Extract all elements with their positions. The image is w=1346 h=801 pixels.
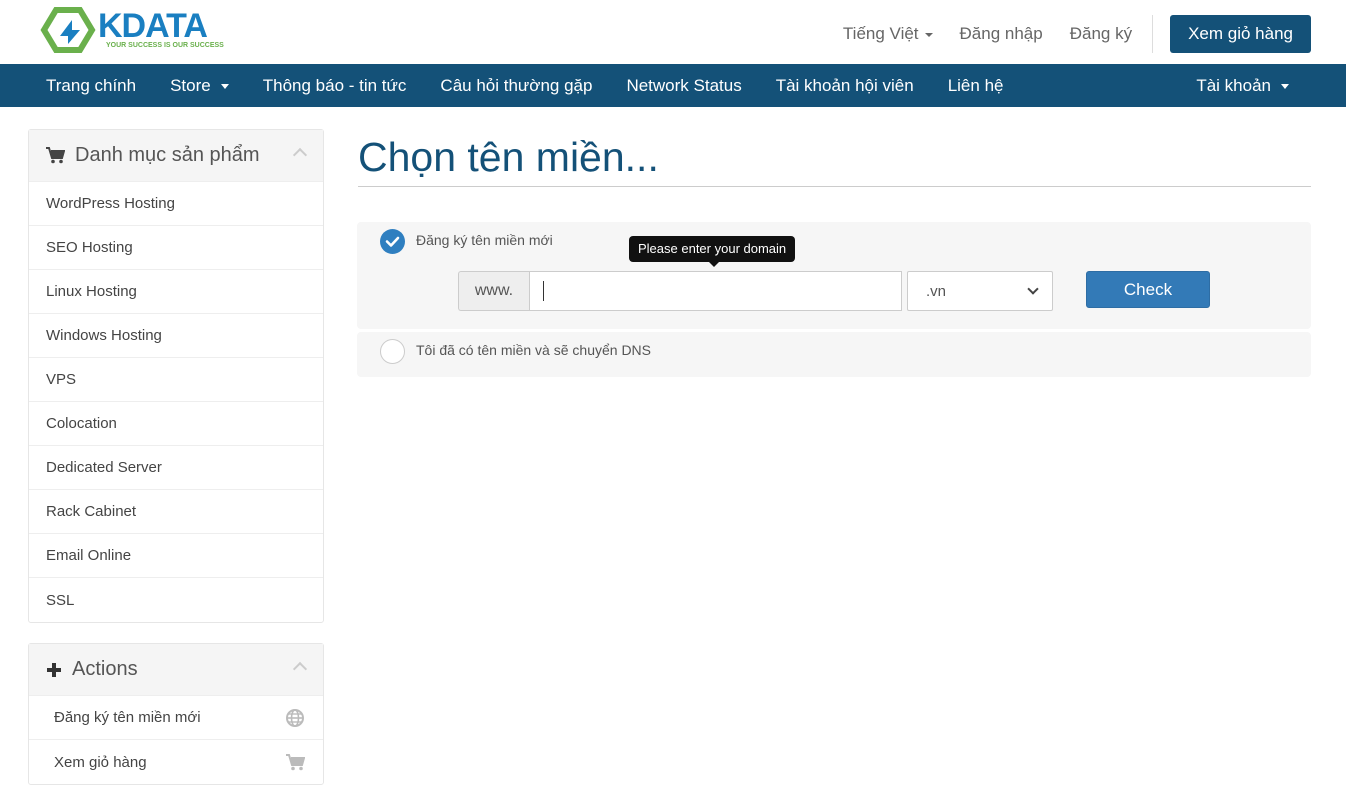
categories-panel: Danh mục sản phẩm WordPress Hosting SEO … [28, 129, 324, 623]
nav-item-contact[interactable]: Liên hệ [931, 76, 1021, 96]
nav-item-label: Trang chính [46, 75, 137, 95]
sidebar-item-wordpress-hosting[interactable]: WordPress Hosting [29, 182, 323, 226]
action-register-domain[interactable]: Đăng ký tên miền mới [29, 696, 323, 740]
main-navbar: Trang chính Store Thông báo - tin tức Câ… [0, 64, 1346, 107]
transfer-domain-option: Tôi đã có tên miền và sẽ chuyển DNS [357, 332, 1311, 377]
action-label: Xem giỏ hàng [54, 753, 147, 771]
language-select[interactable]: Tiếng Việt [843, 24, 933, 44]
sidebar-item-vps[interactable]: VPS [29, 358, 323, 402]
sidebar-item-colocation[interactable]: Colocation [29, 402, 323, 446]
title-divider [358, 186, 1311, 187]
panel-title: Actions [72, 658, 138, 680]
page-title: Chọn tên miền... [358, 134, 659, 180]
check-icon [385, 236, 400, 247]
caret-down-icon [1281, 84, 1289, 89]
logo-text: KDATA [98, 7, 208, 45]
www-prefix: www. [458, 271, 529, 311]
nav-item-network-status[interactable]: Network Status [609, 76, 758, 96]
panel-title: Danh mục sản phẩm [75, 144, 260, 166]
cart-icon [46, 147, 65, 164]
sidebar-item-seo-hosting[interactable]: SEO Hosting [29, 226, 323, 270]
actions-panel: Actions Đăng ký tên miền mới Xem giỏ hàn… [28, 643, 324, 785]
register-link[interactable]: Đăng ký [1070, 24, 1132, 44]
view-cart-button[interactable]: Xem giỏ hàng [1170, 15, 1311, 53]
nav-item-faq[interactable]: Câu hỏi thường gặp [423, 76, 609, 96]
nav-item-news[interactable]: Thông báo - tin tức [246, 76, 424, 96]
kdata-logo[interactable]: KDATA YOUR SUCCESS IS OUR SUCCESS [40, 6, 225, 54]
nav-item-affiliates[interactable]: Tài khoản hội viên [759, 76, 931, 96]
nav-item-label: Tài khoản [1196, 75, 1271, 95]
nav-item-label: Thông báo - tin tức [262, 75, 407, 95]
nav-item-label: Liên hệ [947, 75, 1004, 95]
nav-item-home[interactable]: Trang chính [29, 76, 153, 96]
nav-account: Tài khoản [1179, 64, 1306, 107]
nav-item-label: Network Status [626, 75, 742, 95]
text-cursor [543, 281, 544, 301]
check-button[interactable]: Check [1086, 271, 1210, 308]
nav-items: Trang chính Store Thông báo - tin tức Câ… [29, 64, 1020, 107]
transfer-domain-radio[interactable] [380, 339, 405, 364]
categories-panel-header[interactable]: Danh mục sản phẩm [29, 130, 323, 182]
logo-tagline: YOUR SUCCESS IS OUR SUCCESS [106, 42, 224, 49]
sidebar-item-rack-cabinet[interactable]: Rack Cabinet [29, 490, 323, 534]
caret-down-icon [924, 33, 933, 37]
actions-panel-header[interactable]: Actions [29, 644, 323, 696]
register-domain-radio[interactable] [380, 229, 405, 254]
action-label: Đăng ký tên miền mới [54, 709, 201, 726]
cart-icon [286, 754, 305, 771]
divider [1152, 15, 1154, 53]
plus-icon [47, 662, 61, 677]
header: KDATA YOUR SUCCESS IS OUR SUCCESS Tiếng … [0, 0, 1346, 64]
register-domain-label[interactable]: Đăng ký tên miền mới [416, 232, 553, 248]
sidebar-item-dedicated-server[interactable]: Dedicated Server [29, 446, 323, 490]
domain-tooltip: Please enter your domain [629, 236, 796, 267]
nav-item-label: Câu hỏi thường gặp [440, 75, 593, 95]
sidebar-item-linux-hosting[interactable]: Linux Hosting [29, 270, 323, 314]
nav-item-account[interactable]: Tài khoản [1179, 76, 1306, 96]
nav-item-label: Store [170, 75, 211, 95]
sidebar-item-email-online[interactable]: Email Online [29, 534, 323, 578]
language-label: Tiếng Việt [842, 24, 919, 43]
domain-input[interactable] [529, 271, 902, 311]
sidebar-item-windows-hosting[interactable]: Windows Hosting [29, 314, 323, 358]
globe-icon [286, 709, 304, 727]
chevron-down-icon [1027, 283, 1039, 295]
logo-mark-icon [40, 7, 96, 53]
nav-item-label: Tài khoản hội viên [775, 75, 914, 95]
tld-select[interactable]: .vn [907, 271, 1053, 311]
transfer-domain-label[interactable]: Tôi đã có tên miền và sẽ chuyển DNS [416, 342, 651, 358]
sidebar-item-ssl[interactable]: SSL [29, 578, 323, 622]
top-links: Tiếng Việt Đăng nhập Đăng ký Xem giỏ hàn… [816, 14, 1311, 54]
chevron-up-icon[interactable] [292, 661, 308, 677]
chevron-up-icon[interactable] [292, 147, 308, 163]
action-view-cart[interactable]: Xem giỏ hàng [29, 740, 323, 784]
login-link[interactable]: Đăng nhập [960, 24, 1043, 44]
caret-down-icon [220, 84, 229, 89]
tld-selected-value: .vn [926, 282, 947, 300]
nav-item-store[interactable]: Store [153, 76, 246, 96]
